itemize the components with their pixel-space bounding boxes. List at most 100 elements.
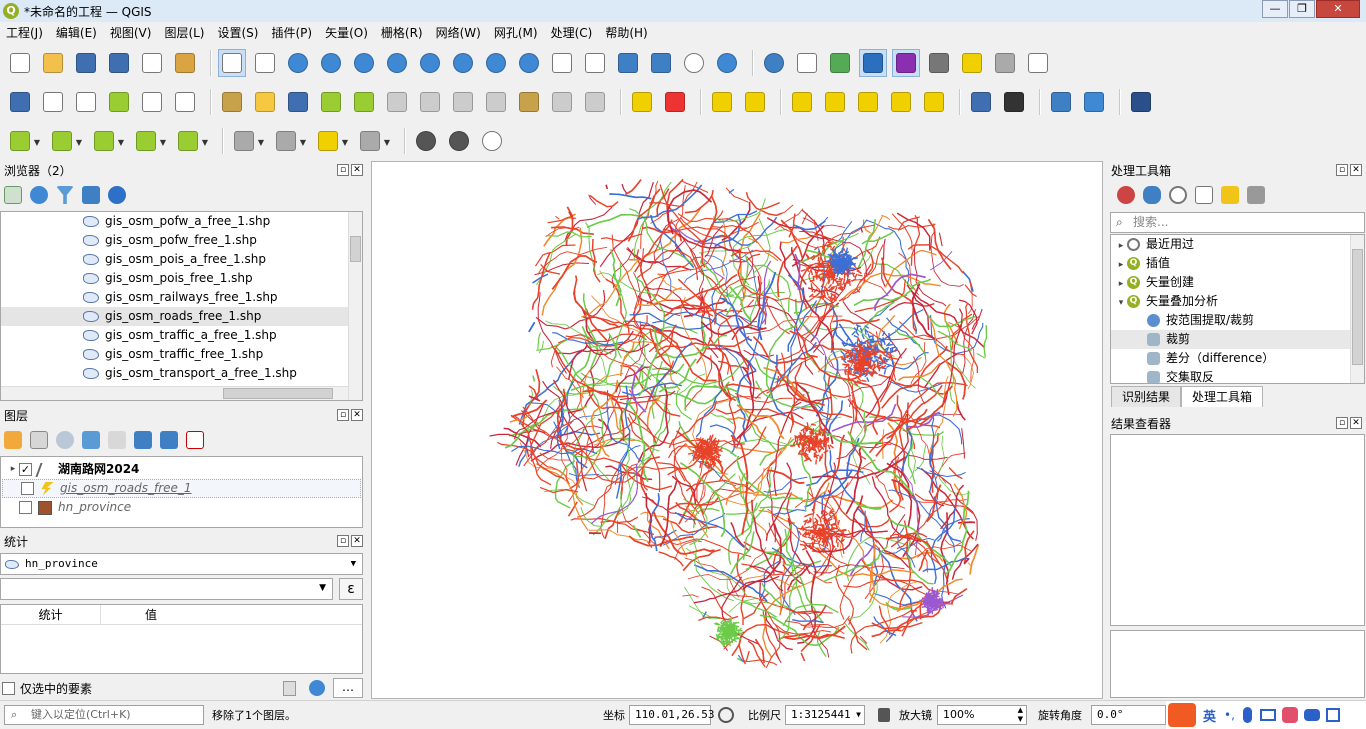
save-project-button[interactable]	[72, 49, 100, 77]
georeferencer-button[interactable]	[967, 88, 995, 116]
filter-icon[interactable]	[56, 186, 74, 204]
float-panel-button[interactable]: ▫	[1336, 417, 1348, 429]
collapse-all-icon[interactable]	[160, 431, 178, 449]
add-feature-button[interactable]	[350, 88, 378, 116]
layer-item[interactable]: hn_province	[1, 498, 362, 517]
menu-item-2[interactable]: 视图(V)	[110, 24, 152, 41]
diagram-button[interactable]	[661, 88, 689, 116]
locator-search-input[interactable]: ⌕ 键入以定位(Ctrl+K)	[4, 705, 204, 725]
zoom-last-button[interactable]	[482, 49, 510, 77]
menu-item-8[interactable]: 网络(W)	[436, 24, 481, 41]
current-edits-button[interactable]	[218, 88, 246, 116]
new-shapefile-button[interactable]	[72, 88, 100, 116]
toggle-extents-icon[interactable]	[718, 707, 734, 723]
deselect-button[interactable]: ▼	[314, 127, 348, 155]
select-by-value-button[interactable]: ▼	[272, 127, 306, 155]
refresh-button[interactable]	[713, 49, 741, 77]
statistics-button[interactable]	[892, 49, 920, 77]
toolbox-tree-item[interactable]: ▸ 最近用过	[1111, 235, 1350, 254]
toolbox-grid-icon[interactable]	[1325, 708, 1340, 722]
punctuation-icon[interactable]: •,	[1224, 708, 1235, 722]
digitize-regular-polygon-button[interactable]: ▼	[174, 127, 208, 155]
menu-item-5[interactable]: 插件(P)	[271, 24, 312, 41]
remove-layer-icon[interactable]	[186, 431, 204, 449]
layer-visibility-checkbox[interactable]: ✓	[19, 463, 32, 476]
redo-button[interactable]	[581, 88, 609, 116]
processing-toolbox-button[interactable]	[859, 49, 887, 77]
map-tips-button[interactable]	[958, 49, 986, 77]
restore-button[interactable]: ❐	[1289, 0, 1315, 18]
float-panel-button[interactable]: ▫	[1336, 164, 1348, 176]
more-options-button[interactable]: …	[333, 678, 363, 698]
menu-item-10[interactable]: 处理(C)	[551, 24, 593, 41]
float-panel-button[interactable]: ▫	[337, 164, 349, 176]
chevron-down-icon[interactable]: ▼	[160, 138, 166, 147]
toolbox-tree-item[interactable]: ▸ Q 插值	[1111, 254, 1350, 273]
select-feature-button[interactable]	[991, 49, 1019, 77]
menu-item-7[interactable]: 栅格(R)	[381, 24, 423, 41]
annotation-text-button[interactable]	[1024, 49, 1052, 77]
menu-item-11[interactable]: 帮助(H)	[605, 24, 647, 41]
browser-file-item[interactable]: gis_osm_pois_a_free_1.shp	[1, 250, 348, 269]
menu-item-9[interactable]: 网孔(M)	[494, 24, 538, 41]
measure-button[interactable]	[925, 49, 953, 77]
bookmark-new-button[interactable]	[614, 49, 642, 77]
digitize-button[interactable]	[105, 88, 133, 116]
history-icon[interactable]	[1169, 186, 1187, 204]
browser-vscrollbar[interactable]	[348, 212, 362, 400]
zoom-to-layer-button[interactable]	[416, 49, 444, 77]
pan-to-selection-button[interactable]	[251, 49, 279, 77]
zoom-out-button[interactable]	[317, 49, 345, 77]
digitize-circle-button[interactable]: ▼	[90, 127, 124, 155]
layer-select[interactable]: hn_province ▼	[0, 553, 363, 575]
chevron-down-icon[interactable]: ▼	[258, 138, 264, 147]
gps-button[interactable]	[1000, 88, 1028, 116]
filter-legend-icon[interactable]	[82, 431, 100, 449]
save-as-button[interactable]	[105, 49, 133, 77]
help-button[interactable]	[1127, 88, 1155, 116]
column-header-value[interactable]: 值	[101, 605, 201, 624]
zoom-to-selection-button[interactable]	[383, 49, 411, 77]
toolbox-tree-item[interactable]: 按范围提取/裁剪	[1111, 311, 1350, 330]
zoom-native-button[interactable]	[449, 49, 477, 77]
menu-item-6[interactable]: 矢量(O)	[325, 24, 368, 41]
menu-item-4[interactable]: 设置(S)	[218, 24, 259, 41]
new-map-view-button[interactable]	[548, 49, 576, 77]
label-highlight-button[interactable]	[741, 88, 769, 116]
manage-visibility-icon[interactable]	[56, 431, 74, 449]
ime-mode[interactable]: 英	[1203, 706, 1216, 725]
float-panel-button[interactable]: ▫	[337, 409, 349, 421]
new-project-button[interactable]	[6, 49, 34, 77]
browser-file-item[interactable]: gis_osm_roads_free_1.shp	[1, 307, 348, 326]
modify-attributes-button[interactable]	[383, 88, 411, 116]
selected-only-checkbox[interactable]: 仅选中的要素	[2, 680, 92, 697]
minimize-button[interactable]: —	[1262, 0, 1288, 18]
add-group-icon[interactable]	[30, 431, 48, 449]
chevron-down-icon[interactable]: ▼	[342, 138, 348, 147]
python-scripts-icon[interactable]	[1143, 186, 1161, 204]
close-panel-button[interactable]: ✕	[351, 409, 363, 421]
toolbox-tree-item[interactable]: 交集取反	[1111, 368, 1350, 383]
toolbox-vscrollbar[interactable]	[1350, 235, 1364, 383]
save-edits-button[interactable]	[284, 88, 312, 116]
field-select[interactable]: ▼	[0, 578, 333, 600]
keyboard-icon[interactable]	[1259, 709, 1276, 721]
select-by-location-button[interactable]: ▼	[356, 127, 390, 155]
digitize-polygon-button[interactable]: ▼	[48, 127, 82, 155]
magnifier-spinbox[interactable]: 100% ▲ ▼	[937, 705, 1027, 725]
chevron-down-icon[interactable]: ▼	[384, 138, 390, 147]
label-properties-button[interactable]	[920, 88, 948, 116]
toggle-editing-button[interactable]	[251, 88, 279, 116]
open-project-button[interactable]	[39, 49, 67, 77]
checkbox[interactable]	[2, 682, 15, 695]
browser-file-item[interactable]: gis_osm_traffic_a_free_1.shp	[1, 326, 348, 345]
microphone-icon[interactable]	[1242, 707, 1252, 723]
tab-identify-results[interactable]: 识别结果	[1111, 386, 1182, 407]
browser-file-item[interactable]: gis_osm_traffic_free_1.shp	[1, 345, 348, 364]
add-selected-layers-icon[interactable]	[4, 186, 22, 204]
settings-button[interactable]	[445, 127, 473, 155]
close-panel-button[interactable]: ✕	[1350, 164, 1362, 176]
layer-visibility-checkbox[interactable]	[21, 482, 34, 495]
chevron-down-icon[interactable]: ▼	[118, 138, 124, 147]
chevron-down-icon[interactable]: ▼	[34, 138, 40, 147]
